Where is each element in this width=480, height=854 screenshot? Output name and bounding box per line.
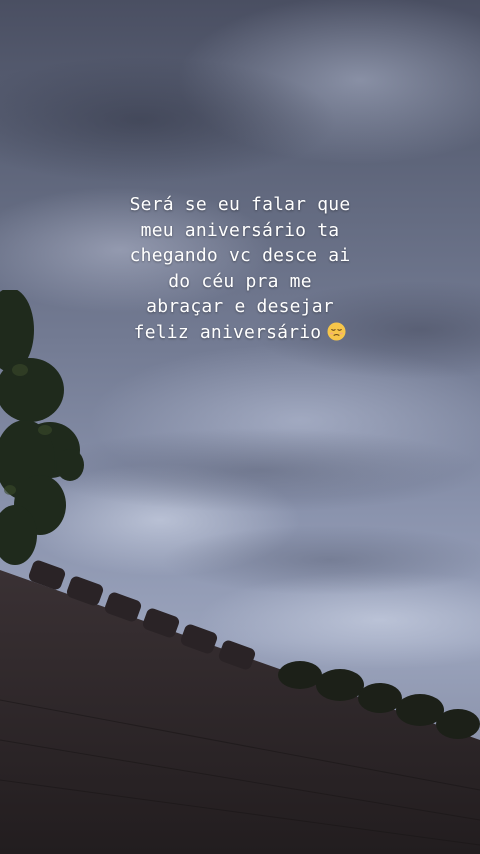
story-view: Será se eu falar que meu aniversário ta … [0, 0, 480, 854]
brick-wall [0, 560, 480, 854]
caption-line-5: abraçar e desejar [146, 296, 334, 317]
caption-line-6: feliz aniversário [133, 321, 322, 343]
caption-line-3: chegando vc desce ai [129, 245, 351, 266]
caption-line-2: meu aniversário ta [140, 219, 340, 241]
caption-line-1: Será se eu falar que [129, 194, 351, 215]
pensive-face-emoji-icon [327, 321, 346, 341]
caption-line-4: do céu pra me [168, 270, 312, 292]
story-caption: Será se eu falar que meu aniversário ta … [60, 192, 420, 345]
